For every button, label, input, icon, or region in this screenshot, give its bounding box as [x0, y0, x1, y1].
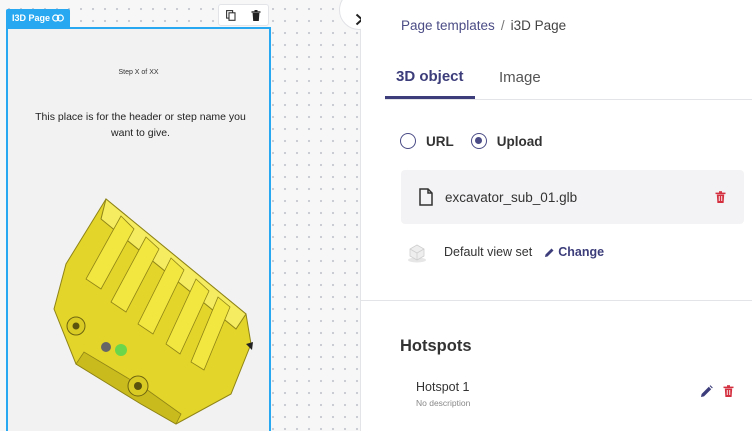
radio-upload-label: Upload: [496, 133, 543, 149]
radio-upload-circle[interactable]: [470, 133, 487, 149]
trash-icon: [715, 191, 726, 203]
breadcrumb-current: i3D Page: [510, 18, 567, 33]
pencil-icon: [701, 385, 713, 397]
default-view-row: Default view set Change: [405, 240, 604, 264]
page-tag-label: I3D Page: [12, 13, 51, 23]
uploaded-file: excavator_sub_01.glb: [401, 170, 744, 224]
link-icon: [52, 14, 64, 22]
duplicate-button[interactable]: [221, 6, 241, 24]
file-icon: [419, 188, 433, 206]
frame-toolbar: [218, 4, 269, 26]
breadcrumb-separator: /: [500, 18, 505, 33]
radio-upload[interactable]: Upload: [470, 133, 543, 149]
radio-url-circle[interactable]: [400, 133, 416, 149]
edit-hotspot-button[interactable]: [700, 385, 713, 398]
file-name: excavator_sub_01.glb: [445, 189, 578, 205]
change-view-label: Change: [558, 245, 605, 259]
trash-icon: [723, 385, 734, 397]
page-header-text: This place is for the header or step nam…: [35, 111, 246, 139]
radio-url-label: URL: [426, 133, 454, 149]
default-view-label: Default view set: [444, 245, 533, 259]
breadcrumb: Page templates / i3D Page: [401, 18, 566, 33]
trash-icon: [251, 9, 261, 21]
view-thumbnail-icon: [408, 244, 426, 263]
page-tag[interactable]: I3D Page: [6, 9, 70, 27]
step-indicator: Step X of XX: [118, 69, 159, 76]
hotspot-name: Hotspot 1: [416, 380, 470, 394]
hotspot-actions: [700, 385, 734, 398]
delete-page-button[interactable]: [246, 6, 266, 24]
radio-url[interactable]: URL: [400, 133, 454, 149]
source-radio-group: URL Upload: [400, 133, 560, 149]
properties-panel: Page templates / i3D Page 3D object Image …: [361, 0, 752, 431]
pencil-icon: [545, 248, 554, 257]
delete-file-button[interactable]: [715, 191, 726, 203]
delete-hotspot-button[interactable]: [723, 385, 734, 398]
change-view-link[interactable]: Change: [544, 245, 604, 259]
3d-model-preview[interactable]: [46, 194, 256, 429]
tab-bar: 3D object Image: [385, 56, 752, 100]
tab-3d-object[interactable]: 3D object: [385, 56, 475, 99]
hotspots-heading: Hotspots: [400, 337, 472, 355]
editor-canvas: I3D Page Step X of XX This place is for …: [0, 0, 379, 431]
tab-image[interactable]: Image: [488, 56, 552, 99]
breadcrumb-parent-link[interactable]: Page templates: [401, 18, 495, 33]
page-preview[interactable]: Step X of XX This place is for the heade…: [6, 27, 271, 431]
hotspot-description: No description: [416, 398, 471, 408]
copy-icon: [226, 9, 236, 21]
section-divider: [361, 300, 752, 301]
hotspot-list-item[interactable]: Hotspot 1 No description: [416, 380, 736, 414]
